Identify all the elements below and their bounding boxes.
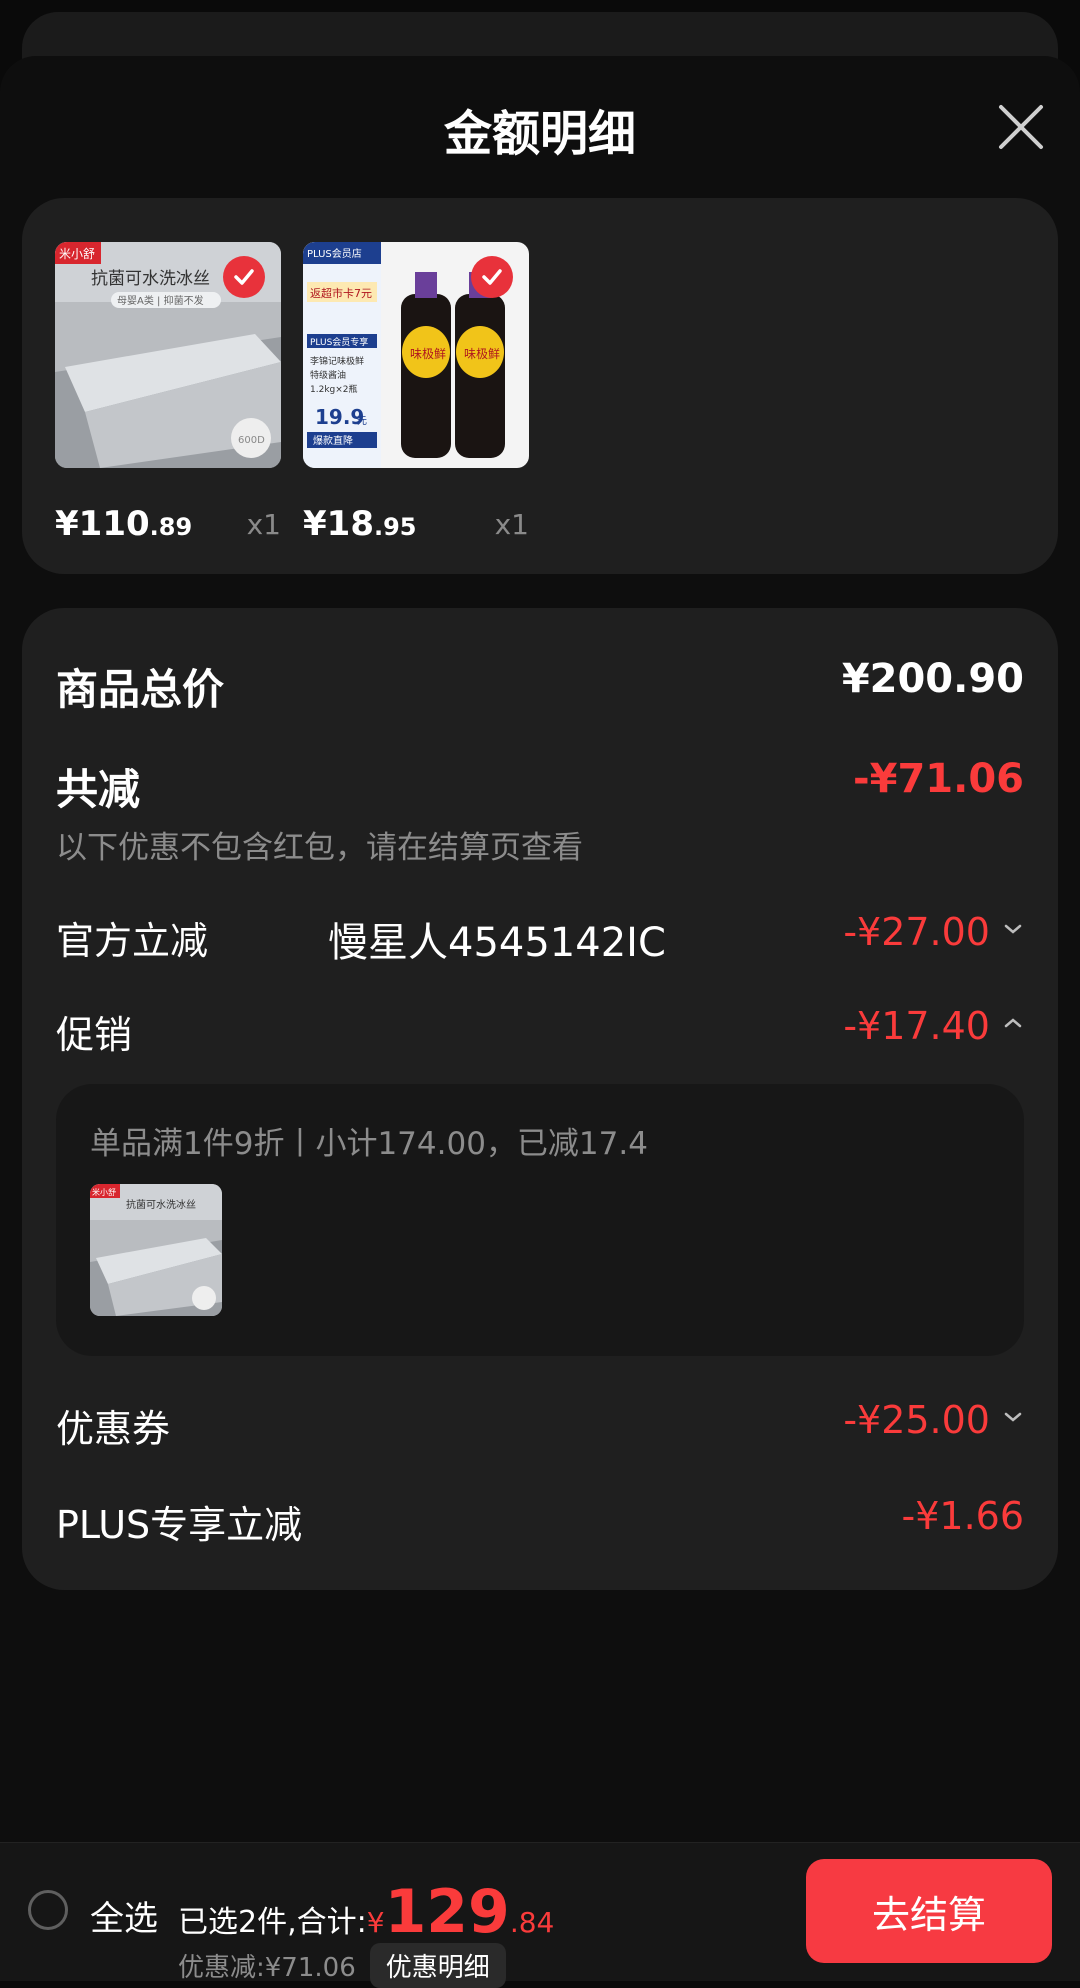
product-image[interactable]: 米小舒 抗菌可水洗冰丝 母婴A类 | 抑菌不发 600D	[55, 242, 281, 468]
svg-text:米小舒: 米小舒	[92, 1187, 116, 1197]
svg-text:1.2kg×2瓶: 1.2kg×2瓶	[310, 383, 358, 395]
select-all-label[interactable]: 全选	[90, 1891, 158, 1940]
promotion-label: 促销	[56, 1013, 133, 1057]
selection-summary: 已选2件,合计:¥129.84	[178, 1877, 554, 1947]
svg-text:PLUS会员店: PLUS会员店	[307, 247, 362, 260]
svg-text:PLUS会员专享: PLUS会员专享	[310, 336, 368, 348]
checkout-button[interactable]: 去结算	[806, 1859, 1052, 1963]
total-price-value: ¥200.90	[841, 656, 1024, 702]
svg-text:味极鲜: 味极鲜	[410, 347, 446, 361]
promotion-product-image[interactable]: 米小舒 抗菌可水洗冰丝	[90, 1184, 222, 1316]
svg-text:特级酱油: 特级酱油	[310, 369, 346, 381]
close-button[interactable]	[996, 102, 1046, 152]
promotion-description: 单品满1件9折丨小计174.00，已减17.4	[90, 1126, 648, 1162]
reduction-note: 以下优惠不包含红包，请在结算页查看	[56, 830, 583, 866]
svg-text:600D: 600D	[238, 435, 265, 446]
plus-discount-row: PLUS专享立减 -¥1.66	[56, 1494, 1024, 1554]
check-icon	[234, 269, 254, 285]
promotion-detail-box: 单品满1件9折丨小计174.00，已减17.4 米小舒 抗菌可水洗冰丝	[56, 1084, 1024, 1356]
total-price-label: 商品总价	[56, 665, 225, 714]
svg-text:米小舒: 米小舒	[59, 247, 95, 261]
total-currency: ¥	[366, 1906, 385, 1939]
promotion-row[interactable]: 促销 -¥17.40	[56, 1004, 1024, 1064]
chevron-down-icon[interactable]	[1002, 1406, 1024, 1428]
discount-text: 优惠减:¥71.06	[178, 1953, 356, 1983]
chevron-down-icon[interactable]	[1002, 918, 1024, 940]
select-all-checkbox[interactable]	[28, 1890, 68, 1930]
selected-check[interactable]	[223, 256, 265, 298]
coupon-row[interactable]: 优惠券 -¥25.00	[56, 1398, 1024, 1458]
svg-text:抗菌可水洗冰丝: 抗菌可水洗冰丝	[126, 1198, 196, 1211]
svg-text:李锦记味极鲜: 李锦记味极鲜	[310, 355, 364, 367]
check-icon	[482, 269, 502, 285]
discount-detail-button[interactable]: 优惠明细	[369, 1943, 506, 1988]
product-quantity: x1	[246, 508, 281, 541]
total-price-row: 商品总价 ¥200.90	[56, 656, 1024, 716]
discount-summary: 优惠减:¥71.06 优惠明细	[178, 1943, 506, 1988]
checkout-bar: 全选 已选2件,合计:¥129.84 优惠减:¥71.06 优惠明细 去结算	[0, 1842, 1080, 1988]
total-amount: 129	[384, 1877, 510, 1947]
chevron-up-icon[interactable]	[1002, 1012, 1024, 1034]
svg-text:爆款直降: 爆款直降	[313, 434, 353, 447]
products-card: 米小舒 抗菌可水洗冰丝 母婴A类 | 抑菌不发 600D ¥110.89 x1	[22, 198, 1058, 574]
total-reduction-row: 共减 -¥71.06	[56, 756, 1024, 816]
promotion-value: -¥17.40	[843, 1004, 990, 1048]
sheet-title: 金额明细	[443, 106, 636, 162]
product-price: ¥18.95	[303, 504, 417, 544]
svg-text:元: 元	[357, 416, 367, 427]
total-reduction-label: 共减	[56, 765, 141, 814]
svg-text:抗菌可水洗冰丝: 抗菌可水洗冰丝	[91, 269, 210, 289]
svg-text:返超市卡7元: 返超市卡7元	[310, 286, 372, 300]
plus-discount-value: -¥1.66	[901, 1494, 1025, 1538]
svg-text:母婴A类 | 抑菌不发: 母婴A类 | 抑菌不发	[117, 294, 204, 307]
official-discount-label: 官方立减	[56, 919, 209, 963]
total-reduction-value: -¥71.06	[853, 756, 1024, 802]
svg-text:味极鲜: 味极鲜	[464, 347, 500, 361]
summary-text: 已选2件,合计:	[178, 1905, 367, 1940]
price-breakdown-card: 商品总价 ¥200.90 共减 -¥71.06 以下优惠不包含红包，请在结算页查…	[22, 608, 1058, 1590]
overlay-text: 慢星人4545142IC	[328, 920, 666, 966]
product-image[interactable]: PLUS会员店 返超市卡7元 PLUS会员专享 李锦记味极鲜 特级酱油 1.2k…	[303, 242, 529, 468]
product-item[interactable]: 米小舒 抗菌可水洗冰丝 母婴A类 | 抑菌不发 600D ¥110.89 x1	[55, 242, 281, 544]
coupon-label: 优惠券	[56, 1407, 171, 1451]
total-cents: .84	[509, 1906, 555, 1939]
product-item[interactable]: PLUS会员店 返超市卡7元 PLUS会员专享 李锦记味极鲜 特级酱油 1.2k…	[303, 242, 529, 544]
product-price: ¥110.89	[55, 504, 193, 544]
selected-check[interactable]	[471, 256, 513, 298]
official-discount-value: -¥27.00	[843, 910, 990, 954]
close-icon	[999, 105, 1043, 149]
coupon-value: -¥25.00	[843, 1398, 990, 1442]
product-quantity: x1	[494, 508, 529, 541]
plus-discount-label: PLUS专享立减	[56, 1503, 303, 1547]
